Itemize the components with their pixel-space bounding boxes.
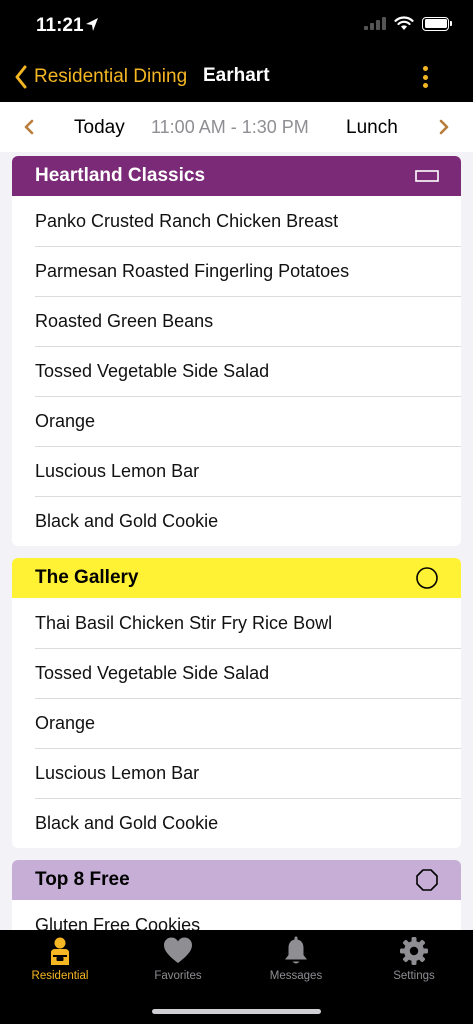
cellular-signal-icon bbox=[364, 17, 386, 30]
station-section: Top 8 Free Gluten Free Cookies bbox=[12, 860, 461, 930]
menu-item-label: Tossed Vegetable Side Salad bbox=[35, 360, 270, 381]
menu-item[interactable]: Orange bbox=[12, 698, 461, 748]
status-time: 11:21 bbox=[36, 15, 84, 36]
tab-label: Residential bbox=[31, 970, 89, 982]
menu-item-label: Orange bbox=[35, 410, 96, 431]
octagon-icon bbox=[416, 869, 438, 891]
location-arrow-icon bbox=[86, 18, 98, 31]
menu-item-label: Orange bbox=[35, 712, 96, 733]
section-title: The Gallery bbox=[35, 567, 139, 588]
navigation-bar: Residential Dining Earhart bbox=[0, 52, 473, 102]
menu-item-label: Thai Basil Chicken Stir Fry Rice Bowl bbox=[35, 612, 333, 633]
menu-item-label: Black and Gold Cookie bbox=[35, 510, 219, 531]
tab-label: Settings bbox=[393, 970, 435, 982]
tab-label: Messages bbox=[269, 970, 323, 982]
menu-item[interactable]: Orange bbox=[12, 396, 461, 446]
chevron-left-icon bbox=[15, 65, 27, 89]
home-indicator bbox=[152, 1009, 321, 1014]
menu-item[interactable]: Gluten Free Cookies bbox=[12, 900, 461, 931]
meal-period-bar: Today 11:00 AM - 1:30 PM Lunch bbox=[0, 102, 473, 152]
section-title: Top 8 Free bbox=[35, 869, 130, 890]
menu-item-label: Luscious Lemon Bar bbox=[35, 460, 200, 481]
menu-item-label: Parmesan Roasted Fingerling Potatoes bbox=[35, 260, 350, 281]
menu-item[interactable]: Roasted Green Beans bbox=[12, 296, 461, 346]
meal-name: Lunch bbox=[346, 117, 398, 138]
section-header[interactable]: Heartland Classics bbox=[12, 156, 461, 196]
rectangle-icon bbox=[415, 170, 439, 182]
station-section: Heartland Classics Panko Crusted Ranch C… bbox=[12, 156, 461, 546]
menu-item-label: Roasted Green Beans bbox=[35, 310, 214, 331]
tab-label: Favorites bbox=[154, 970, 202, 982]
status-bar: 11:21 bbox=[0, 0, 473, 52]
station-section: The Gallery Thai Basil Chicken Stir Fry … bbox=[12, 558, 461, 848]
menu-item[interactable]: Thai Basil Chicken Stir Fry Rice Bowl bbox=[12, 598, 461, 648]
menu-item-label: Black and Gold Cookie bbox=[35, 812, 219, 833]
section-title: Heartland Classics bbox=[35, 165, 206, 186]
menu-item-label: Panko Crusted Ranch Chicken Breast bbox=[35, 210, 339, 231]
status-indicators bbox=[364, 16, 452, 31]
gear-icon bbox=[400, 937, 428, 965]
circle-icon bbox=[416, 567, 438, 589]
bell-icon bbox=[285, 936, 307, 964]
section-header[interactable]: Top 8 Free bbox=[12, 860, 461, 900]
menu-list[interactable]: Heartland Classics Panko Crusted Ranch C… bbox=[0, 152, 473, 930]
tab-favorites[interactable]: Favorites bbox=[119, 936, 237, 988]
tab-settings[interactable]: Settings bbox=[355, 936, 473, 988]
page-title: Earhart bbox=[203, 65, 270, 86]
tab-messages[interactable]: Messages bbox=[237, 936, 355, 988]
battery-icon bbox=[422, 16, 452, 31]
previous-meal-button[interactable] bbox=[18, 115, 40, 139]
menu-item[interactable]: Panko Crusted Ranch Chicken Breast bbox=[12, 196, 461, 246]
section-header[interactable]: The Gallery bbox=[12, 558, 461, 598]
menu-item[interactable]: Black and Gold Cookie bbox=[12, 496, 461, 546]
menu-item[interactable]: Luscious Lemon Bar bbox=[12, 446, 461, 496]
menu-item[interactable]: Parmesan Roasted Fingerling Potatoes bbox=[12, 246, 461, 296]
back-button-label: Residential Dining bbox=[34, 66, 188, 87]
menu-item[interactable]: Black and Gold Cookie bbox=[12, 798, 461, 848]
menu-item-label: Luscious Lemon Bar bbox=[35, 762, 200, 783]
menu-item[interactable]: Tossed Vegetable Side Salad bbox=[12, 346, 461, 396]
date-label: Today bbox=[74, 117, 125, 138]
next-meal-button[interactable] bbox=[433, 115, 455, 139]
dining-person-icon bbox=[51, 937, 69, 965]
menu-item-label: Gluten Free Cookies bbox=[35, 914, 201, 931]
tab-residential[interactable]: Residential bbox=[1, 936, 119, 988]
meal-time-range: 11:00 AM - 1:30 PM bbox=[151, 117, 309, 137]
more-options-icon[interactable] bbox=[423, 66, 429, 88]
back-button[interactable]: Residential Dining bbox=[14, 65, 187, 89]
menu-item[interactable]: Luscious Lemon Bar bbox=[12, 748, 461, 798]
menu-item[interactable]: Tossed Vegetable Side Salad bbox=[12, 648, 461, 698]
menu-item-label: Tossed Vegetable Side Salad bbox=[35, 662, 270, 683]
wifi-icon bbox=[394, 16, 414, 30]
heart-icon bbox=[164, 937, 192, 963]
